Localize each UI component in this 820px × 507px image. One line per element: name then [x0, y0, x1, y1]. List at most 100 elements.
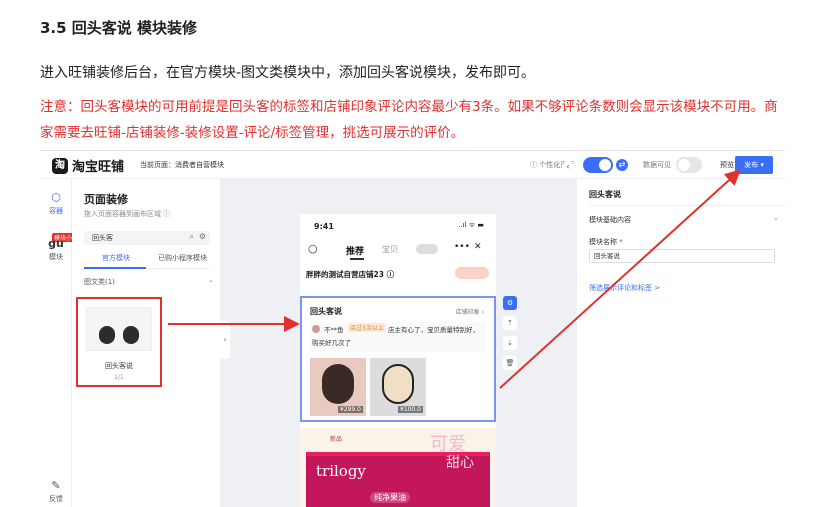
- panel-title: 页面装修: [84, 193, 128, 206]
- page-decoration-panel: 页面装修 拖入页面容器到画布区域 ⓘ 回头客 ⌕ ⚙ 官方模块 已购小程序模块 …: [72, 179, 220, 507]
- store-impression-link[interactable]: 店铺印象 ›: [456, 307, 484, 316]
- preview-button[interactable]: 预览: [720, 160, 734, 170]
- thumbnail-face-2: [123, 326, 139, 344]
- module-name-label: 模块名称 *: [589, 237, 623, 247]
- left-icon-rail: ⬡ 容器 模块小卡 gu 模块 ✎ 反馈: [40, 179, 81, 507]
- tab-official-modules[interactable]: 官方模块: [102, 253, 130, 263]
- module-thumbnail: [86, 307, 152, 351]
- logo-icon: 淘: [52, 157, 68, 174]
- shop-name-text: 胖胖的测试自营店铺23: [306, 270, 384, 279]
- module-toolbar: ⚙ ⇡ ⇣ 🗑: [503, 296, 517, 376]
- review-text-line1: 店主有心了，宝贝质量特别好，: [388, 326, 479, 334]
- logo-text: 淘宝旺铺: [72, 160, 125, 175]
- phone-tab-items[interactable]: 宝贝: [382, 244, 398, 255]
- data-visible-label: 数据可见: [643, 161, 671, 169]
- right-panel-collapse-icon[interactable]: ‹: [562, 161, 574, 173]
- avatar: [312, 325, 320, 333]
- shop-name: 胖胖的测试自营店铺23 ⓘ: [306, 269, 394, 280]
- review-module-title: 回头客说: [310, 307, 342, 316]
- doc-title: 3.5 回头客说 模块装修: [40, 19, 198, 37]
- close-icon[interactable]: ✕: [474, 242, 482, 252]
- store-impression-text: 店铺印象: [455, 309, 480, 316]
- photo-subject: [382, 364, 414, 404]
- data-visible-toggle[interactable]: [676, 157, 702, 173]
- follow-button[interactable]: [455, 267, 489, 279]
- module-card-count: 1/1: [114, 374, 124, 381]
- module-search-input[interactable]: 回头客 ⌕ ⚙: [84, 231, 210, 245]
- review-text-line2: 购买好几次了: [312, 339, 351, 347]
- review-product-image[interactable]: ¥299.0: [310, 358, 366, 416]
- product-price: ¥299.0: [338, 406, 363, 413]
- edit-icon: ✎: [51, 479, 61, 492]
- doc-intro: 进入旺铺装修后台，在官方模块-图文类模块中，添加回头客说模块，发布即可。: [40, 65, 536, 81]
- tab-purchased-miniapp-modules[interactable]: 已购小程序模块: [158, 253, 207, 263]
- personalized-page-toggle[interactable]: [583, 157, 613, 173]
- app-logo[interactable]: 淘 淘宝旺铺: [52, 156, 124, 175]
- module-name-input[interactable]: 回头客说: [589, 249, 775, 263]
- delete-icon[interactable]: 🗑: [503, 356, 517, 370]
- module-card-returning-customer[interactable]: 回头客说 1/1: [76, 297, 162, 387]
- module-icon: gu: [48, 237, 64, 250]
- module-name-label-text: 模块名称: [589, 238, 617, 246]
- banner-brand: trilogy: [316, 462, 366, 480]
- phone-time: 9:41: [314, 222, 334, 231]
- rail-item-module-label: 模块: [49, 253, 63, 261]
- phone-signal-icon: ..ıl ᯤ ▬: [458, 221, 484, 229]
- rail-item-feedback[interactable]: ✎ 反馈: [40, 479, 72, 504]
- banner-image: trilogy 可爱 甜心 纯净果油: [306, 434, 490, 507]
- repeat-buyer-badge: 买过3次以上: [348, 323, 386, 332]
- chevron-down-icon: ▾: [760, 161, 764, 169]
- banner-tag: 新品: [330, 436, 343, 443]
- screenshot-frame: 淘 淘宝旺铺 当前页面：消费者自营模块 ⓘ 个性化页面 ⇄ 数据可见 预览 发布…: [40, 150, 785, 507]
- settings-section-basic[interactable]: 模块基础内容: [589, 215, 631, 225]
- search-icon[interactable]: ○: [308, 242, 318, 255]
- more-icon[interactable]: •••: [454, 242, 470, 252]
- move-up-icon[interactable]: ⇡: [503, 316, 517, 330]
- panel-subtitle-text: 拖入页面容器到画布区域: [84, 210, 161, 218]
- returning-customer-module-preview[interactable]: 回头客说 店铺印象 › 不**鱼 买过3次以上 店主有心了，宝贝质量特别好， 购…: [300, 296, 496, 422]
- active-tab-indicator: [84, 267, 146, 269]
- cube-icon: ⬡: [51, 191, 61, 204]
- help-icon[interactable]: ⓘ: [163, 210, 170, 218]
- chevron-down-icon[interactable]: ⌄: [773, 214, 779, 222]
- rail-item-feedback-label: 反馈: [49, 495, 63, 503]
- move-down-icon[interactable]: ⇣: [503, 336, 517, 350]
- phone-tab-recommend[interactable]: 推荐: [346, 244, 364, 257]
- review-user: 不**鱼: [324, 326, 344, 334]
- required-mark: *: [619, 238, 623, 246]
- review-product-image[interactable]: ¥100.0: [370, 358, 426, 416]
- doc-note: 注意：回头客模块的可用前提是回头客的标签和店铺印象评论内容最少有3条。如果不够评…: [40, 99, 778, 141]
- search-icon[interactable]: ⌕: [190, 232, 194, 242]
- settings-divider: [589, 205, 785, 206]
- banner-slogan-sweet: 甜心: [446, 455, 474, 471]
- settings-icon[interactable]: ⚙: [199, 232, 206, 241]
- filter-reviews-link[interactable]: 筛选展示评论和标签 >: [589, 283, 660, 293]
- rail-item-module[interactable]: gu 模块: [40, 237, 72, 262]
- share-icon[interactable]: ⇄: [616, 159, 628, 171]
- chevron-down-icon[interactable]: ⌄: [208, 276, 214, 284]
- panel-subtitle: 拖入页面容器到画布区域 ⓘ: [84, 209, 170, 219]
- current-page-label: 当前页面：消费者自营模块: [140, 161, 224, 169]
- publish-label: 发布: [744, 161, 759, 169]
- photo-subject: [322, 364, 354, 404]
- module-settings-panel: 回头客说 模块基础内容 ⌄ 模块名称 * 回头客说 筛选展示评论和标签 >: [577, 179, 785, 507]
- thumbnail-face-1: [99, 326, 115, 344]
- top-bar: 淘 淘宝旺铺 当前页面：消费者自营模块 ⓘ 个性化页面 ⇄ 数据可见 预览 发布…: [40, 151, 785, 179]
- rail-item-container-label: 容器: [49, 207, 63, 215]
- phone-tab-indicator: [350, 258, 364, 260]
- phone-preview: 9:41 ..ıl ᯤ ▬ ○ 推荐 宝贝 ••• ✕ 胖胖的测试自营店铺23 …: [300, 214, 496, 507]
- rail-item-container[interactable]: ⬡ 容器: [40, 191, 72, 216]
- gear-icon[interactable]: ⚙: [503, 296, 517, 310]
- publish-button[interactable]: 发布 ▾: [735, 156, 773, 174]
- product-price: ¥100.0: [398, 406, 423, 413]
- review-bubble: 不**鱼 买过3次以上 店主有心了，宝贝质量特别好， 购买好几次了: [310, 322, 486, 352]
- info-icon: ⓘ: [386, 270, 395, 279]
- settings-title: 回头客说: [589, 190, 621, 199]
- category-image-text[interactable]: 图文类(1): [84, 277, 115, 287]
- panel-collapse-handle[interactable]: ‹: [220, 321, 230, 359]
- module-search-value: 回头客: [92, 234, 113, 242]
- phone-tab-placeholder: [416, 244, 438, 254]
- product-banner[interactable]: 新品 trilogy 可爱 甜心 纯净果油: [300, 428, 496, 507]
- module-card-name: 回头客说: [105, 362, 133, 370]
- banner-label: 纯净果油: [370, 492, 410, 503]
